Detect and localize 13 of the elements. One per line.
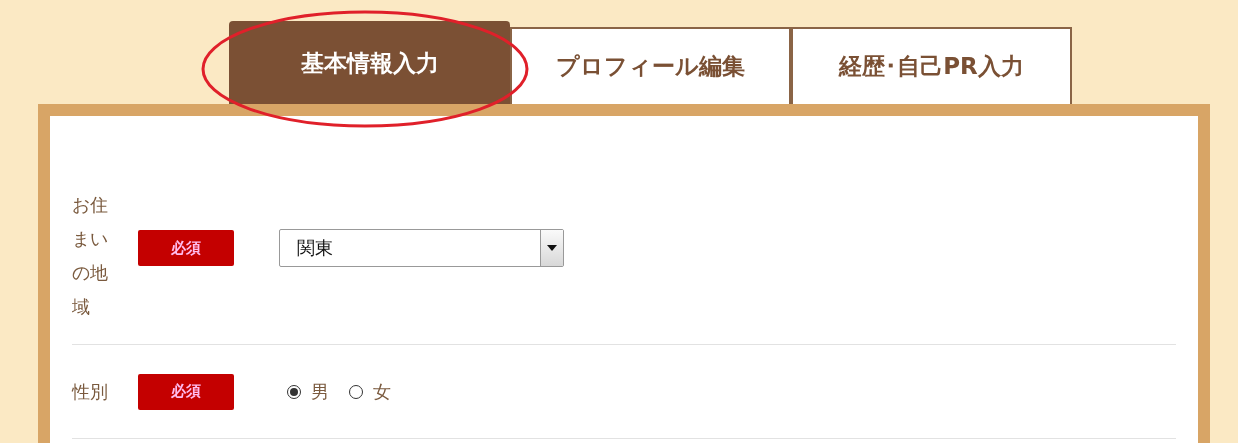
radio-button[interactable] — [287, 384, 301, 399]
field-label: 性別 — [72, 379, 109, 404]
radio-button[interactable] — [349, 384, 363, 399]
tab[interactable]: プロフィール編集 — [510, 27, 791, 104]
region-select[interactable]: 関東 — [279, 229, 564, 267]
tab[interactable]: 基本情報入力 — [229, 21, 510, 104]
tab[interactable]: 経歴･自己PR入力 — [791, 27, 1072, 104]
radio-label[interactable]: 男 — [311, 379, 329, 404]
radio-label[interactable]: 女 — [373, 379, 391, 404]
required-label: 必須 — [138, 230, 234, 266]
field-label: お住まいの地域 — [72, 193, 109, 319]
dropdown-arrow-icon — [547, 245, 557, 251]
required-label: 必須 — [138, 373, 234, 410]
